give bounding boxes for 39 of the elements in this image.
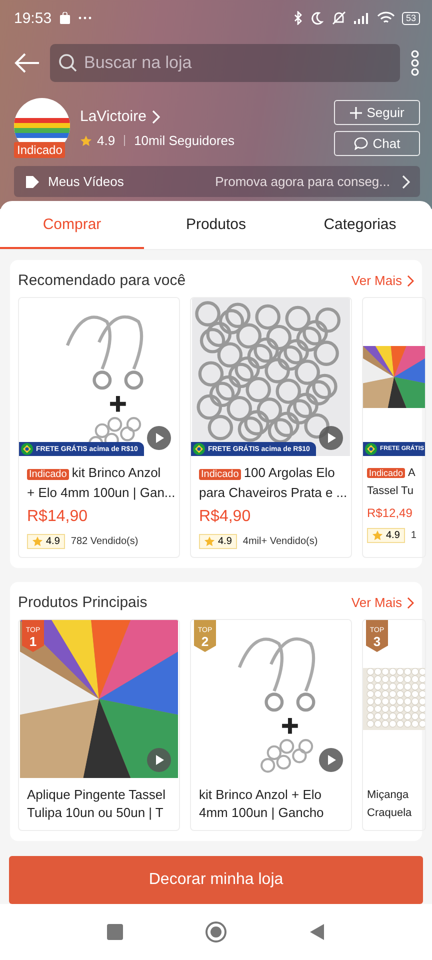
videos-label: Meus Vídeos <box>48 174 124 189</box>
product-price: R$12,49 <box>367 506 414 520</box>
product-price: R$4,90 <box>199 508 252 526</box>
recommended-tag: Indicado <box>367 468 406 478</box>
videos-bar[interactable]: Meus Vídeos Promova agora para conseg... <box>14 166 420 197</box>
product-title: Indicado 100 Argolas Elo para Chaveiros Prata e ... <box>199 464 345 502</box>
decorate-shop-button[interactable]: Decorar minha loja <box>9 856 423 904</box>
rating-box: 4.9 <box>199 534 237 549</box>
shop-name[interactable]: LaVictoire <box>80 108 146 125</box>
product-title: kit Brinco Anzol + Elo 4mm 100un | Gancho <box>199 786 325 822</box>
recommended-tag: Indicado <box>27 469 69 480</box>
product-title: Aplique Pingente Tassel Tulipa 10un ou 50un | T <box>27 786 167 822</box>
section-title: Recomendado para você <box>18 272 186 289</box>
battery-level: 53 <box>406 12 416 22</box>
recommended-tag: Indicado <box>199 469 241 480</box>
tab[interactable]: Categorias <box>288 201 432 249</box>
see-more-link[interactable]: Ver Mais <box>351 273 414 288</box>
tab[interactable]: Comprar <box>0 201 144 249</box>
follower-count: 10mil Seguidores <box>134 133 235 148</box>
product-price: R$14,90 <box>27 508 88 526</box>
sold-count: 4mil+ Vendido(s) <box>242 536 318 547</box>
follow-button[interactable]: Seguir <box>334 100 420 125</box>
section-title: Produtos Principais <box>18 594 148 611</box>
product-title: Miçanga Craquela <box>367 788 413 821</box>
sold-count: 1 <box>410 530 416 541</box>
tab[interactable]: Produtos <box>144 201 288 249</box>
search-field[interactable]: Buscar na loja <box>82 52 392 74</box>
product-title: Indicado kit Brinco Anzol + Elo 4mm 100un | Gan... <box>27 464 173 502</box>
chat-button[interactable]: Chat <box>334 131 420 156</box>
promo-text: Promova agora para conseg... <box>214 174 390 189</box>
sold-count: 782 Vendido(s) <box>70 536 138 547</box>
rating-box: 4.9 <box>367 528 405 543</box>
product-title: Indicado A Tassel Tu <box>367 466 416 499</box>
status-time: 19:53 <box>14 10 52 26</box>
rating-box: 4.9 <box>27 534 65 549</box>
shop-badge: Indicado <box>14 142 66 158</box>
search-bar[interactable]: Buscar na loja <box>50 44 400 82</box>
see-more-link[interactable]: Ver Mais <box>351 595 414 610</box>
shop-rating: 4.9 <box>97 133 116 148</box>
